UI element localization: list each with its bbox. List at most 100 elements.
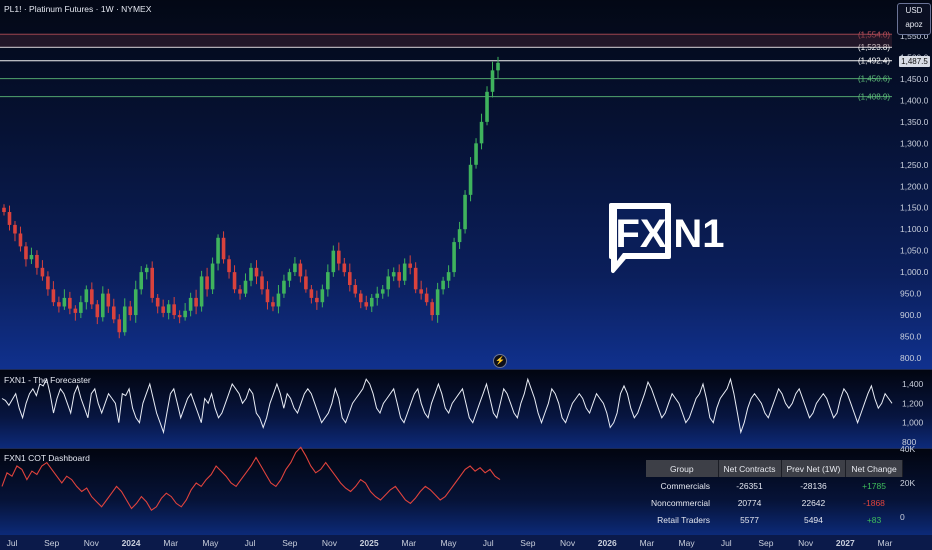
time-tick-label: Jul — [245, 538, 256, 548]
candle-body — [446, 272, 451, 281]
cell-prev: 5494 — [803, 514, 823, 525]
price-pane[interactable]: 1,550.01,500.01,450.01,400.01,350.01,300… — [0, 0, 932, 369]
table-row: Retail Traders 5577 5494 +83 — [646, 511, 902, 528]
candle-body — [337, 250, 341, 264]
price-tick-label: 1,300.0 — [900, 138, 929, 148]
candle-body — [46, 276, 50, 290]
table-row: Noncommercial 20774 22642 -1868 — [646, 494, 902, 511]
candle-body — [397, 272, 401, 281]
time-tick-label: Sep — [520, 538, 535, 548]
candle-body — [133, 289, 138, 316]
price-chart-svg[interactable]: 1,550.01,500.01,450.01,400.01,350.01,300… — [0, 0, 932, 369]
candle-body — [199, 276, 204, 307]
candle-body — [309, 289, 314, 298]
candle-body — [13, 224, 17, 234]
cell-change: +1785 — [862, 480, 886, 491]
candle-body — [375, 293, 380, 298]
forecaster-tick-label: 1,000 — [902, 418, 924, 428]
candle-body — [128, 306, 133, 316]
candle-body — [155, 297, 160, 307]
candle-body — [216, 237, 220, 264]
time-axis-svg[interactable]: Jul Sep Nov 2024 Mar May Jul Sep Nov 2025 Mar May Ju… — [0, 535, 932, 550]
candle-body — [293, 263, 297, 273]
chart-workspace: 1,550.01,500.01,450.01,400.01,350.01,300… — [0, 0, 932, 550]
time-tick-label: 2027 — [836, 538, 855, 548]
candle-body — [24, 246, 28, 260]
candle-body — [95, 304, 100, 318]
candle-body — [40, 267, 45, 277]
forecaster-pane[interactable]: 1,400 1,200 1,000 800 FXN1 - The Forecaster — [0, 370, 932, 448]
candle-body — [254, 267, 259, 277]
candle-body — [238, 289, 242, 294]
candle-body — [419, 289, 423, 294]
candle-body — [101, 293, 105, 318]
price-tick-label: 1,400.0 — [900, 95, 929, 105]
resistance-zone — [0, 34, 892, 48]
candle-body — [84, 289, 89, 303]
candle-body — [79, 302, 83, 313]
logo-text-fx: FX — [615, 212, 666, 256]
price-tick-label: 950.0 — [900, 289, 922, 299]
cot-table-header-row: Group Net Contracts Prev Net (1W) Net Ch… — [646, 460, 903, 477]
time-tick-label: May — [440, 538, 457, 548]
time-tick-label: 2025 — [360, 538, 379, 548]
candle-body — [479, 121, 484, 144]
candle-body — [249, 267, 253, 281]
cell-change: +83 — [866, 514, 882, 525]
candle-body — [68, 297, 72, 309]
candle-body — [166, 304, 171, 313]
level-label: (1,408.9) — [858, 93, 890, 102]
time-tick-label: May — [202, 538, 219, 548]
col-header-prev: Prev Net (1W) — [781, 460, 847, 477]
lightning-icon[interactable]: ⚡ — [493, 354, 507, 368]
cell-net: -26351 — [736, 480, 763, 491]
candle-body — [287, 272, 292, 281]
candle-body — [18, 233, 23, 247]
candle-body — [435, 289, 440, 316]
candle-body — [35, 254, 39, 268]
currency-scale-box[interactable]: USD apoz — [897, 3, 931, 35]
candle-body — [111, 306, 116, 320]
candle-body — [298, 263, 303, 277]
forecaster-tick-label: 1,400 — [902, 379, 924, 389]
candle-body — [457, 229, 462, 243]
candle-body — [315, 297, 319, 303]
price-tick-label: 1,000.0 — [900, 267, 929, 277]
candle-body — [468, 164, 473, 195]
time-tick-label: Mar — [163, 538, 178, 548]
candle-body — [353, 285, 358, 294]
candle-body — [326, 272, 330, 290]
cot-title: FXN1 COT Dashboard — [4, 453, 90, 463]
candle-body — [161, 306, 165, 313]
forecaster-chart-svg[interactable]: 1,4001,2001,000800 — [0, 370, 932, 448]
price-tick-label: 1,350.0 — [900, 117, 929, 127]
price-tick-label: 850.0 — [900, 332, 922, 342]
candle-body — [117, 319, 122, 333]
time-tick-label: Jul — [721, 538, 732, 548]
candle-body — [265, 289, 270, 303]
time-axis[interactable]: Jul Sep Nov 2024 Mar May Jul Sep Nov 2025 Mar May Ju… — [0, 535, 932, 550]
candle-body — [380, 289, 385, 294]
candle-body — [348, 272, 352, 286]
cot-table: Group Net Contracts Prev Net (1W) Net Ch… — [646, 460, 903, 528]
logo-text-n1: N1 — [673, 212, 724, 256]
candle-body — [424, 293, 429, 303]
candle-body — [276, 293, 281, 307]
time-tick-label: Sep — [758, 538, 773, 548]
forecaster-line — [1, 377, 893, 435]
candle-body — [177, 315, 182, 318]
candle-body — [150, 267, 154, 298]
candle-body — [73, 308, 78, 313]
candle-body — [57, 302, 61, 307]
candle-body — [188, 297, 193, 311]
candle-body — [29, 254, 34, 260]
candle-body — [358, 293, 363, 303]
candle-body — [452, 242, 456, 273]
time-tick-label: Nov — [798, 538, 814, 548]
cot-tick-label: 40K — [900, 444, 915, 454]
candle-body — [221, 237, 226, 260]
table-row: Commercials -26351 -28136 +1785 — [646, 477, 902, 494]
scale-mode-label: apoz — [905, 20, 923, 29]
candle-body — [369, 297, 374, 307]
price-tick-label: 1,200.0 — [900, 181, 929, 191]
